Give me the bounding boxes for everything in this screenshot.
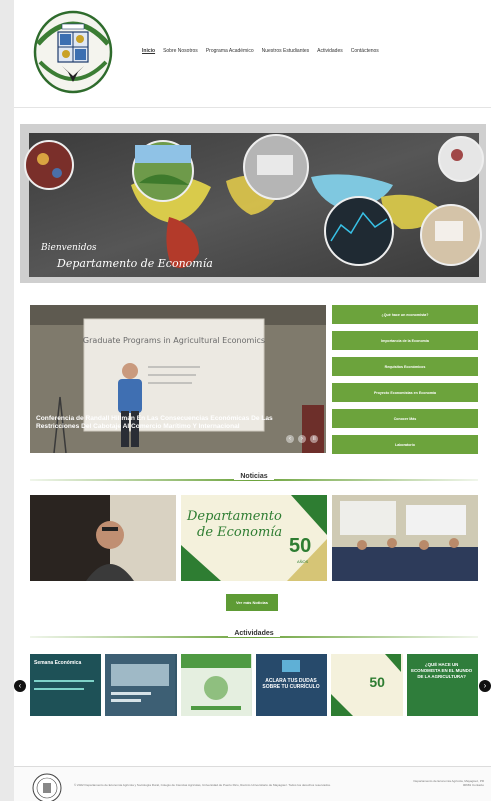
quick-link-requisitos[interactable]: Requisitos Económicos bbox=[332, 357, 478, 376]
activity-card-1-text: Semana Económica bbox=[34, 660, 82, 666]
slide-screen-text: Graduate Programs in Agricultural Econom… bbox=[83, 336, 265, 345]
activity-card-3[interactable] bbox=[180, 654, 252, 716]
activity-card-4-text: ACLARA TUS DUDAS SOBRE TU CURRÍCULO bbox=[262, 678, 320, 690]
activities-carousel: Semana Económica ACLARA TUS DUDAS SOBRE … bbox=[30, 654, 478, 716]
slider-controls: ‹ › ॥ bbox=[286, 435, 318, 443]
activity-card-2[interactable] bbox=[105, 654, 177, 716]
activity-card-1-rule bbox=[34, 680, 94, 682]
slider-next-icon[interactable]: › bbox=[298, 435, 306, 443]
news-cards: Departamento de Economía 50 AÑOS bbox=[30, 495, 478, 581]
activities-heading: Actividades bbox=[30, 630, 478, 642]
hero-department-title: Departamento de Economía bbox=[57, 257, 213, 270]
nav-item-programa-academico[interactable]: Programa Académico bbox=[206, 48, 254, 54]
footer-contact[interactable]: Departamento de Economía Agrícola, Mayag… bbox=[412, 779, 484, 787]
news-card-1-image bbox=[30, 495, 176, 581]
activities-heading-title: Actividades bbox=[228, 630, 280, 637]
activity-card-6[interactable]: ¿QUÉ HACE UN ECONOMISTA EN EL MUNDO DE L… bbox=[406, 654, 478, 716]
footer-copyright: © 2022 Departamento de Economía Agrícola… bbox=[74, 783, 331, 787]
quick-link-conocer-mas[interactable]: Conocer Más bbox=[332, 409, 478, 428]
news-card-2[interactable]: Departamento de Economía 50 AÑOS bbox=[181, 495, 327, 581]
quick-link-proyecto[interactable]: Proyecto Economistas en Economía bbox=[332, 383, 478, 402]
main-nav: Inicio Sobre Nosotros Programa Académico… bbox=[142, 48, 379, 54]
featured-caption[interactable]: Conferencia de Randall Hillman En Las Co… bbox=[36, 415, 286, 431]
carousel-prev-icon[interactable]: ‹ bbox=[14, 680, 26, 692]
news-card-3-image bbox=[332, 495, 478, 581]
activity-card-5-image bbox=[331, 654, 402, 716]
activity-card-4[interactable]: ACLARA TUS DUDAS SOBRE TU CURRÍCULO bbox=[255, 654, 328, 716]
activity-card-3-image bbox=[180, 654, 251, 716]
university-seal-icon[interactable] bbox=[32, 773, 62, 801]
quick-link-que-hace-economista[interactable]: ¿Qué hace un economista? bbox=[332, 305, 478, 324]
nav-item-contactenos[interactable]: Contáctenos bbox=[351, 48, 379, 54]
site-header: Inicio Sobre Nosotros Programa Académico… bbox=[14, 0, 491, 108]
nav-item-sobre-nosotros[interactable]: Sobre Nosotros bbox=[163, 48, 198, 54]
more-news-button[interactable]: Ver más Noticias bbox=[226, 594, 278, 611]
hero-banner: Bienvenidos Departamento de Economía bbox=[20, 124, 486, 283]
featured-news-slider[interactable]: Graduate Programs in Agricultural Econom… bbox=[30, 305, 326, 453]
activity-card-1-rule-2 bbox=[34, 688, 84, 690]
site-footer: © 2022 Departamento de Economía Agrícola… bbox=[14, 766, 491, 801]
nav-item-inicio[interactable]: Inicio bbox=[142, 48, 155, 54]
quick-links: ¿Qué hace un economista? Importancia de … bbox=[332, 305, 478, 454]
news-heading: Noticias bbox=[30, 473, 478, 485]
slider-pause-icon[interactable]: ॥ bbox=[310, 435, 318, 443]
activity-card-1[interactable]: Semana Económica bbox=[30, 654, 102, 716]
activity-card-5[interactable]: 50 bbox=[331, 654, 403, 716]
news-card-2-title-1: Departamento bbox=[187, 509, 282, 524]
department-crest-logo[interactable] bbox=[32, 10, 114, 94]
activity-card-5-number: 50 bbox=[369, 674, 385, 690]
hero-welcome-text: Bienvenidos bbox=[41, 243, 97, 253]
news-card-1[interactable] bbox=[30, 495, 176, 581]
nav-item-actividades[interactable]: Actividades bbox=[317, 48, 343, 54]
news-card-2-title-2: de Economía bbox=[197, 525, 283, 540]
nav-item-nuestros-estudiantes[interactable]: Nuestros Estudiantes bbox=[262, 48, 310, 54]
carousel-next-icon[interactable]: › bbox=[479, 680, 491, 692]
news-card-2-years: AÑOS bbox=[297, 559, 309, 564]
page: Inicio Sobre Nosotros Programa Académico… bbox=[14, 0, 491, 801]
quick-link-laboratorio[interactable]: Laboratorio bbox=[332, 435, 478, 454]
news-card-2-number: 50 bbox=[289, 535, 312, 557]
activity-card-2-image bbox=[105, 654, 176, 716]
news-card-3[interactable] bbox=[332, 495, 478, 581]
news-heading-title: Noticias bbox=[234, 473, 274, 480]
quick-link-importancia[interactable]: Importancia de la Economía bbox=[332, 331, 478, 350]
activity-card-4-logo bbox=[281, 660, 300, 672]
activity-card-6-text: ¿QUÉ HACE UN ECONOMISTA EN EL MUNDO DE L… bbox=[411, 662, 473, 679]
slider-prev-icon[interactable]: ‹ bbox=[286, 435, 294, 443]
